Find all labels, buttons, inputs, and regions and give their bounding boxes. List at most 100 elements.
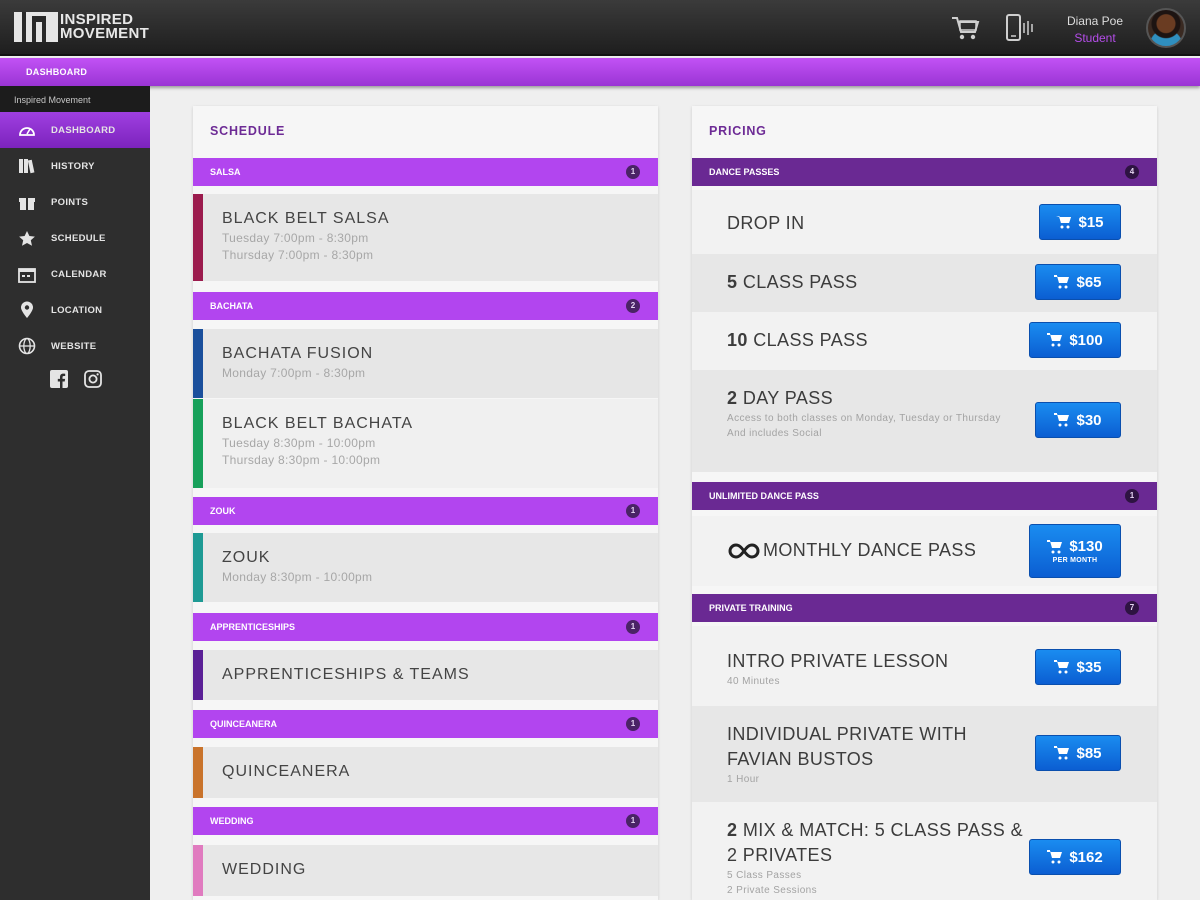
cart-icon: [1047, 539, 1063, 553]
price-name: 2 MIX & MATCH: 5 CLASS PASS & 2 PRIVATES: [727, 818, 1027, 868]
user-role: Student: [1074, 31, 1116, 45]
price-label: $130: [1069, 538, 1103, 555]
color-stripe: [193, 845, 203, 896]
logo[interactable]: INSPIRED MOVEMENT: [14, 12, 149, 42]
count-badge: 7: [1125, 601, 1139, 615]
section-label: ZOUK: [210, 506, 236, 516]
price-name-text: CLASS PASS: [747, 330, 868, 350]
schedule-section-quinceanera[interactable]: QUINCEANERA 1: [193, 710, 658, 738]
color-stripe: [193, 329, 203, 398]
price-label: $15: [1078, 213, 1104, 231]
breadcrumb: DASHBOARD: [0, 58, 1200, 86]
cart-icon: [1047, 850, 1063, 864]
schedule-item-zouk[interactable]: ZOUK Monday 8:30pm - 10:00pm: [193, 533, 658, 603]
pricing-title: PRICING: [709, 124, 767, 138]
price-name-text: DAY PASS: [737, 388, 834, 408]
cart-icon[interactable]: [950, 14, 980, 47]
schedule-item-wedding[interactable]: WEDDING: [193, 845, 658, 897]
buy-button[interactable]: $130 PER MONTH: [1029, 524, 1121, 578]
sidebar-item-schedule[interactable]: SCHEDULE: [0, 220, 150, 256]
section-label: PRIVATE TRAINING: [709, 603, 793, 613]
schedule-item-black-belt-salsa[interactable]: BLACK BELT SALSA Tuesday 7:00pm - 8:30pm…: [193, 194, 658, 282]
avatar[interactable]: [1146, 8, 1186, 48]
class-time: Thursday 7:00pm - 8:30pm: [222, 248, 374, 262]
price-name-text: CLASS PASS: [737, 272, 858, 292]
sidebar-item-website[interactable]: WEBSITE: [0, 328, 150, 364]
schedule-section-zouk[interactable]: ZOUK 1: [193, 497, 658, 525]
color-stripe: [193, 194, 203, 281]
schedule-item-apprenticeships-teams[interactable]: APPRENTICESHIPS & TEAMS: [193, 650, 658, 701]
logo-mark-icon: [14, 12, 58, 42]
schedule-item-quinceanera[interactable]: QUINCEANERA: [193, 747, 658, 799]
dashboard-icon: [18, 121, 36, 139]
sidebar-item-label: LOCATION: [51, 304, 103, 316]
section-label: BACHATA: [210, 301, 254, 311]
sidebar-title: Inspired Movement: [0, 86, 150, 112]
user-info[interactable]: Diana Poe Student: [1060, 14, 1130, 45]
pricing-card: PRICING DANCE PASSES 4 DROP IN $15 5 CLA…: [692, 106, 1157, 900]
price-name-text: INTRO PRIVATE LESSON: [727, 651, 949, 671]
buy-button[interactable]: $30: [1035, 402, 1121, 438]
buy-button[interactable]: $15: [1039, 204, 1121, 240]
price-item-mix-and-match: 2 MIX & MATCH: 5 CLASS PASS & 2 PRIVATES…: [692, 802, 1157, 900]
class-time: Thursday 8:30pm - 10:00pm: [222, 453, 381, 467]
calendar-icon: [18, 265, 36, 283]
phone-vibrate-icon[interactable]: [1004, 14, 1036, 47]
cart-icon: [1054, 746, 1070, 760]
cart-icon: [1054, 660, 1070, 674]
schedule-item-bachata-fusion[interactable]: BACHATA FUSION Monday 7:00pm - 8:30pm: [193, 329, 658, 399]
pricing-section-dance-passes[interactable]: DANCE PASSES 4: [692, 158, 1157, 186]
class-name: APPRENTICESHIPS & TEAMS: [222, 666, 470, 683]
sidebar-item-points[interactable]: POINTS: [0, 184, 150, 220]
buy-button[interactable]: $100: [1029, 322, 1121, 358]
buy-button[interactable]: $162: [1029, 839, 1121, 875]
section-label: WEDDING: [210, 816, 254, 826]
price-item-drop-in: DROP IN $15: [692, 190, 1157, 254]
class-name: ZOUK: [222, 549, 271, 566]
class-time: Monday 7:00pm - 8:30pm: [222, 366, 366, 380]
sidebar-item-label: POINTS: [51, 196, 89, 208]
color-stripe: [193, 533, 203, 602]
schedule-section-wedding[interactable]: WEDDING 1: [193, 807, 658, 835]
class-name: WEDDING: [222, 861, 307, 878]
class-name: BLACK BELT SALSA: [222, 210, 390, 227]
section-label: UNLIMITED DANCE PASS: [709, 491, 819, 501]
price-name-qty: 5: [727, 272, 738, 292]
pricing-section-private-training[interactable]: PRIVATE TRAINING 7: [692, 594, 1157, 622]
price-description: 1 Hour: [727, 774, 760, 785]
class-name: BLACK BELT BACHATA: [222, 415, 414, 432]
cart-icon: [1054, 413, 1070, 427]
buy-button[interactable]: $65: [1035, 264, 1121, 300]
facebook-icon[interactable]: [50, 370, 68, 388]
sidebar: Inspired Movement DASHBOARD HISTORY POIN…: [0, 86, 150, 900]
sidebar-item-location[interactable]: LOCATION: [0, 292, 150, 328]
schedule-item-black-belt-bachata[interactable]: BLACK BELT BACHATA Tuesday 8:30pm - 10:0…: [193, 399, 658, 489]
schedule-section-salsa[interactable]: SALSA 1: [193, 158, 658, 186]
sidebar-item-calendar[interactable]: CALENDAR: [0, 256, 150, 292]
pricing-section-unlimited-dance-pass[interactable]: UNLIMITED DANCE PASS 1: [692, 482, 1157, 510]
per-month-label: PER MONTH: [1052, 557, 1098, 564]
schedule-section-apprenticeships[interactable]: APPRENTICESHIPS 1: [193, 613, 658, 641]
instagram-icon[interactable]: [84, 370, 102, 388]
breadcrumb-label[interactable]: DASHBOARD: [26, 67, 87, 77]
top-bar: INSPIRED MOVEMENT Diana Poe Student: [0, 0, 1200, 56]
class-name: BACHATA FUSION: [222, 345, 374, 362]
schedule-section-bachata[interactable]: BACHATA 2: [193, 292, 658, 320]
buy-button[interactable]: $35: [1035, 649, 1121, 685]
price-item-individual-private: INDIVIDUAL PRIVATE WITH FAVIAN BUSTOS 1 …: [692, 706, 1157, 802]
price-label: $35: [1076, 658, 1102, 676]
count-badge: 1: [626, 717, 640, 731]
class-time: Monday 8:30pm - 10:00pm: [222, 570, 373, 584]
color-stripe: [193, 747, 203, 798]
price-item-intro-private-lesson: INTRO PRIVATE LESSON 40 Minutes $35: [692, 626, 1157, 706]
sidebar-item-label: CALENDAR: [51, 268, 107, 280]
star-icon: [18, 229, 36, 247]
price-item-2-day-pass: 2 DAY PASS Access to both classes on Mon…: [692, 370, 1157, 472]
schedule-title: SCHEDULE: [210, 124, 286, 138]
class-name: QUINCEANERA: [222, 763, 351, 780]
sidebar-item-history[interactable]: HISTORY: [0, 148, 150, 184]
sidebar-item-dashboard[interactable]: DASHBOARD: [0, 112, 150, 148]
price-name: INDIVIDUAL PRIVATE WITH FAVIAN BUSTOS: [727, 722, 1007, 772]
buy-button[interactable]: $85: [1035, 735, 1121, 771]
price-name-text: MIX & MATCH: 5 CLASS PASS & 2 PRIVATES: [727, 820, 1024, 865]
